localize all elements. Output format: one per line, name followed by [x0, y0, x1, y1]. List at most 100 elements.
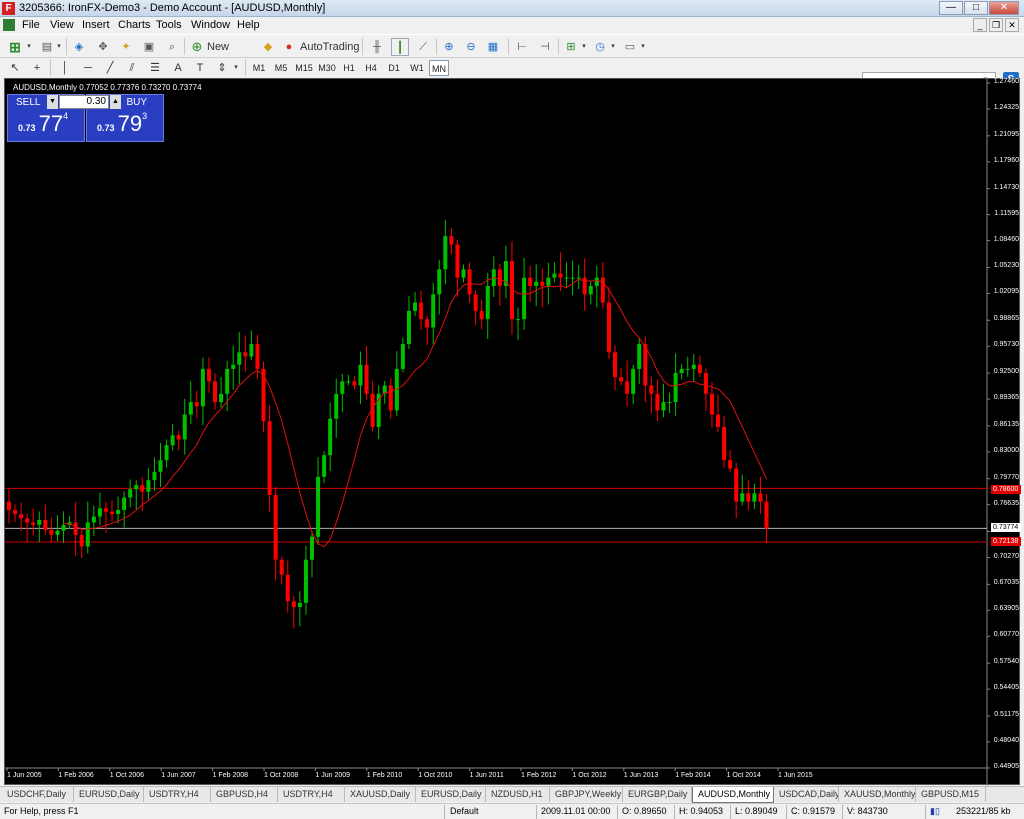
profiles-icon[interactable]: ▤	[38, 38, 56, 56]
new-order-button[interactable]: New Order	[207, 38, 255, 71]
chart-tab[interactable]: GBPUSD,M15	[916, 787, 986, 802]
metaeditor-icon[interactable]: ◆	[259, 38, 277, 56]
terminal-icon[interactable]: ▣	[140, 38, 158, 56]
autotrading-icon[interactable]: ●	[280, 38, 298, 56]
candle-body	[613, 352, 617, 378]
chart-tab[interactable]: EURUSD,Daily	[74, 787, 144, 802]
chevron-down-icon[interactable]: ▾	[609, 38, 617, 56]
status-open: O: 0.89650	[622, 806, 667, 816]
menu-help[interactable]: Help	[237, 19, 260, 31]
timeframe-w1[interactable]: W1	[407, 60, 427, 76]
menu-tools[interactable]: Tools	[156, 19, 182, 31]
candlestick-chart-icon[interactable]: ┃	[391, 38, 409, 56]
templates-icon[interactable]: ▭	[621, 38, 639, 56]
candle-body	[237, 352, 242, 365]
timeframe-m30[interactable]: M30	[317, 60, 337, 76]
mdi-restore-button[interactable]: ❐	[989, 18, 1003, 32]
menu-file[interactable]: File	[22, 19, 40, 31]
chevron-down-icon[interactable]: ▾	[232, 59, 240, 77]
autotrading-button[interactable]: AutoTrading	[300, 38, 360, 56]
chart-tab[interactable]: XAUUSD,Monthly	[839, 787, 916, 802]
lot-size-input[interactable]: 0.30	[59, 95, 109, 109]
chart-tab[interactable]: USDTRY,H4	[278, 787, 345, 802]
chart-tab[interactable]: USDCAD,Daily	[774, 787, 839, 802]
candle-body	[49, 529, 54, 535]
menu-window[interactable]: Window	[191, 19, 230, 31]
auto-scroll-icon[interactable]: ⊣	[536, 38, 554, 56]
close-button[interactable]: ✕	[989, 1, 1019, 15]
price-tick-label: 0.60770	[993, 631, 1019, 639]
crosshair-icon[interactable]: +	[28, 59, 46, 77]
zoom-out-icon[interactable]: ⊖	[462, 38, 480, 56]
chart-tab[interactable]: USDTRY,H4	[144, 787, 211, 802]
minimize-button[interactable]: —	[939, 1, 963, 15]
market-watch-icon[interactable]: ◈	[70, 38, 88, 56]
candle-body	[116, 509, 121, 515]
chart-tab[interactable]: XAUUSD,Daily	[345, 787, 416, 802]
new-chart-icon[interactable]: ⊞	[6, 38, 24, 56]
indicators-icon[interactable]: ⊞	[562, 38, 580, 56]
text-label-icon[interactable]: T	[191, 59, 209, 77]
chart-tab[interactable]: GBPJPY,Weekly	[550, 787, 623, 802]
tile-windows-icon[interactable]: ▦	[484, 38, 502, 56]
chevron-down-icon[interactable]: ▾	[580, 38, 588, 56]
chevron-down-icon[interactable]: ▾	[25, 38, 33, 56]
lot-decrease-button[interactable]: ▼	[47, 95, 58, 109]
chart-tab[interactable]: USDCHF,Daily	[2, 787, 74, 802]
time-tick-label: 1 Oct 2014	[726, 772, 761, 779]
new-order-icon[interactable]: ⊕	[188, 38, 206, 56]
data-window-icon[interactable]: ✥	[94, 38, 112, 56]
one-click-trading-panel: SELL 0.73 774 ▼ 0.30 ▲ BUY 0.73 793	[7, 94, 164, 142]
periods-icon[interactable]: ◷	[591, 38, 609, 56]
cursor-icon[interactable]: ↖	[6, 59, 24, 77]
menu-charts[interactable]: Charts	[118, 19, 150, 31]
upper-line-price-tag: 0.78600	[991, 485, 1021, 494]
chart-tab[interactable]: EURGBP,Daily	[623, 787, 692, 802]
mdi-close-button[interactable]: ✕	[1005, 18, 1019, 32]
vertical-line-icon[interactable]: │	[56, 59, 74, 77]
chevron-down-icon[interactable]: ▾	[639, 38, 647, 56]
equidistant-channel-icon[interactable]: ⫽	[123, 59, 141, 77]
candle-body	[455, 244, 460, 278]
price-tick-label: 0.76635	[993, 499, 1019, 507]
chart-tab[interactable]: GBPUSD,H4	[211, 787, 278, 802]
timeframe-m15[interactable]: M15	[294, 60, 314, 76]
candle-body	[728, 460, 733, 469]
candle-body	[273, 495, 278, 560]
text-icon[interactable]: A	[169, 59, 187, 77]
arrows-icon[interactable]: ⇕	[213, 59, 231, 77]
line-chart-icon[interactable]: ⟋	[414, 38, 432, 56]
trendline-icon[interactable]: ╱	[101, 59, 119, 77]
candle-body	[358, 364, 363, 386]
strategy-tester-icon[interactable]: ⌕	[163, 38, 181, 56]
chart-tab[interactable]: EURUSD,Daily	[416, 787, 486, 802]
fibonacci-icon[interactable]: ☰	[146, 59, 164, 77]
timeframe-m5[interactable]: M5	[271, 60, 291, 76]
candle-body	[19, 514, 24, 519]
bar-chart-icon[interactable]: ╫	[368, 38, 386, 56]
chart-tab[interactable]: NZDUSD,H1	[486, 787, 550, 802]
chart-shift-icon[interactable]: ⊢	[513, 38, 531, 56]
timeframe-h1[interactable]: H1	[339, 60, 359, 76]
maximize-button[interactable]: □	[964, 1, 988, 15]
timeframe-m1[interactable]: M1	[249, 60, 269, 76]
timeframe-d1[interactable]: D1	[384, 60, 404, 76]
menu-view[interactable]: View	[50, 19, 74, 31]
candle-body	[570, 277, 575, 279]
chart-tab[interactable]: AUDUSD,Monthly	[692, 787, 774, 803]
timeframe-mn[interactable]: MN	[429, 60, 449, 76]
timeframe-h4[interactable]: H4	[361, 60, 381, 76]
candle-body	[243, 352, 248, 357]
horizontal-line-icon[interactable]: ─	[79, 59, 97, 77]
candle-body	[303, 559, 308, 603]
time-tick-label: 1 Feb 2012	[521, 772, 557, 779]
chart-window[interactable]: AUDUSD,Monthly 0.77052 0.77376 0.73270 0…	[4, 78, 1021, 786]
chevron-down-icon[interactable]: ▾	[55, 38, 63, 56]
zoom-in-icon[interactable]: ⊕	[440, 38, 458, 56]
lower-line-price-tag: 0.72138	[991, 537, 1021, 546]
mdi-minimize-button[interactable]: _	[973, 18, 987, 32]
menu-insert[interactable]: Insert	[82, 19, 110, 31]
candle-body	[534, 281, 539, 286]
lot-increase-button[interactable]: ▲	[110, 95, 121, 109]
navigator-icon[interactable]: ✦	[117, 38, 135, 56]
